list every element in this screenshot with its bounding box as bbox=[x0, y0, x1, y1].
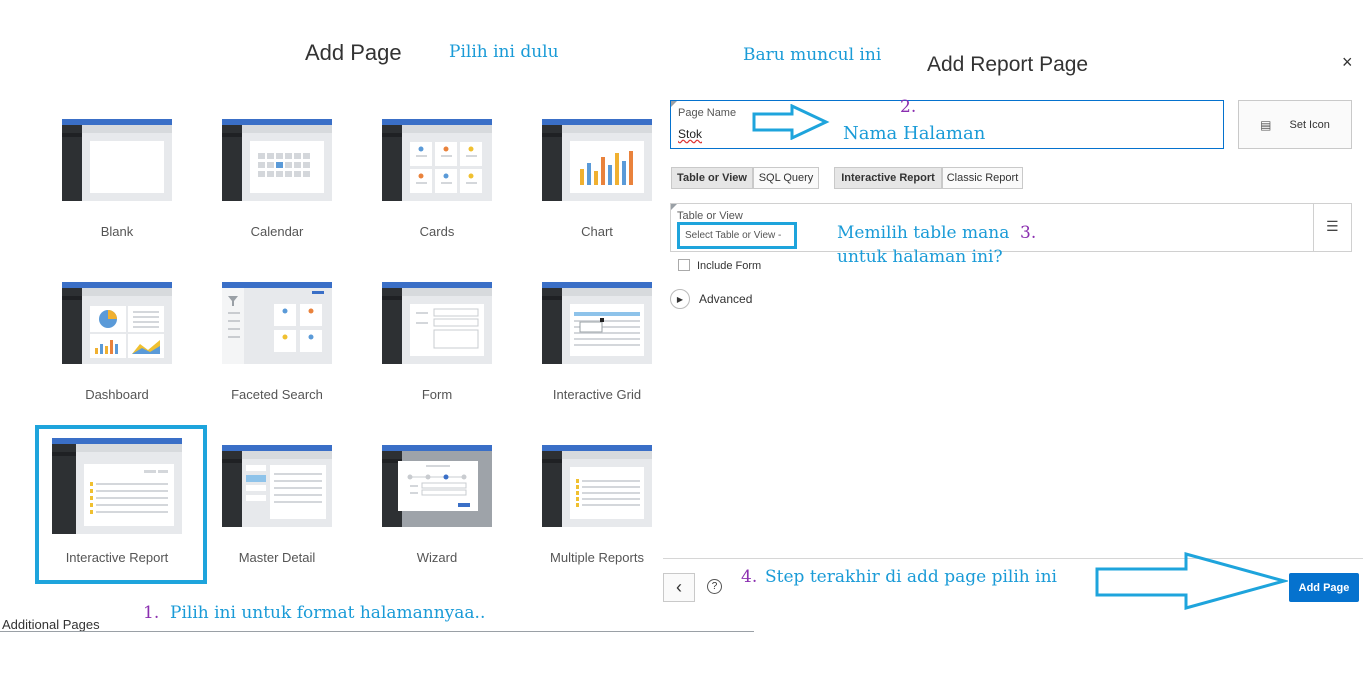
page-name-label: Page Name bbox=[678, 107, 737, 119]
master-detail-page-icon[interactable] bbox=[222, 445, 332, 527]
cards-page-icon[interactable] bbox=[382, 119, 492, 201]
annotation-step-2: Nama Halaman bbox=[843, 123, 986, 144]
annotation-baru-muncul: Baru muncul ini bbox=[743, 45, 882, 65]
annotation-number-2: 2. bbox=[900, 97, 917, 117]
close-icon[interactable]: × bbox=[1342, 52, 1353, 73]
include-form-label: Include Form bbox=[697, 260, 762, 272]
tile-label-form[interactable]: Form bbox=[357, 387, 517, 402]
tile-label-dashboard[interactable]: Dashboard bbox=[37, 387, 197, 402]
blank-page-icon[interactable] bbox=[62, 119, 172, 201]
table-or-view-label: Table or View bbox=[677, 210, 743, 222]
form-page-icon[interactable] bbox=[382, 282, 492, 364]
tile-label-chart[interactable]: Chart bbox=[517, 224, 677, 239]
add-page-title: Add Page bbox=[305, 40, 402, 65]
advanced-toggle[interactable]: ▶ bbox=[670, 289, 690, 309]
table-icon: ▤ bbox=[1260, 117, 1272, 132]
annotation-step-1: Pilih ini untuk format halamannyaa.. bbox=[170, 603, 486, 623]
add-report-page-title: Add Report Page bbox=[927, 53, 1089, 76]
tile-label-calendar[interactable]: Calendar bbox=[197, 224, 357, 239]
set-icon-button[interactable]: ▤ Set Icon bbox=[1238, 100, 1352, 149]
tile-label-master-detail[interactable]: Master Detail bbox=[197, 550, 357, 565]
tile-label-wizard[interactable]: Wizard bbox=[357, 550, 517, 565]
tile-label-faceted-search[interactable]: Faceted Search bbox=[197, 387, 357, 402]
annotation-step-3-line2: untuk halaman ini? bbox=[837, 247, 1003, 267]
annotation-pilih-dulu: Pilih ini dulu bbox=[449, 42, 559, 62]
back-button[interactable]: ‹ bbox=[663, 573, 695, 602]
additional-pages-heading: Additional Pages bbox=[2, 617, 100, 632]
tab-table-or-view[interactable]: Table or View bbox=[671, 167, 753, 189]
add-page-button[interactable]: Add Page bbox=[1289, 573, 1359, 602]
additional-pages-divider bbox=[0, 631, 754, 632]
tile-label-interactive-report[interactable]: Interactive Report bbox=[37, 550, 197, 565]
annotation-step-4: Step terakhir di add page pilih ini bbox=[765, 567, 1057, 587]
dashboard-page-icon[interactable] bbox=[62, 282, 172, 364]
list-icon[interactable]: ☰ bbox=[1326, 218, 1339, 235]
advanced-label[interactable]: Advanced bbox=[699, 292, 752, 306]
calendar-page-icon[interactable] bbox=[222, 119, 332, 201]
annotation-arrow-2 bbox=[752, 104, 830, 140]
tile-label-multiple-reports[interactable]: Multiple Reports bbox=[517, 550, 677, 565]
help-icon[interactable]: ? bbox=[707, 579, 722, 594]
annotation-number-3: 3. bbox=[1020, 223, 1037, 243]
annotation-arrow-4 bbox=[1095, 552, 1288, 610]
interactive-grid-page-icon[interactable] bbox=[542, 282, 652, 364]
chart-page-icon[interactable] bbox=[542, 119, 652, 201]
include-form-checkbox[interactable] bbox=[678, 259, 690, 271]
table-select[interactable]: Select Table or View - bbox=[677, 222, 797, 249]
annotation-number-4: 4. bbox=[741, 567, 758, 587]
tab-sql-query[interactable]: SQL Query bbox=[753, 167, 819, 189]
tab-interactive-report[interactable]: Interactive Report bbox=[834, 167, 942, 189]
tile-label-blank[interactable]: Blank bbox=[37, 224, 197, 239]
annotation-number-1: 1. bbox=[143, 603, 160, 623]
tile-label-cards[interactable]: Cards bbox=[357, 224, 517, 239]
tab-classic-report[interactable]: Classic Report bbox=[942, 167, 1023, 189]
annotation-step-3-line1: Memilih table mana bbox=[837, 223, 1010, 243]
interactive-report-page-icon[interactable] bbox=[52, 438, 182, 534]
page-name-input[interactable]: Stok bbox=[678, 127, 702, 141]
multiple-reports-page-icon[interactable] bbox=[542, 445, 652, 527]
wizard-page-icon[interactable] bbox=[382, 445, 492, 527]
faceted-search-page-icon[interactable] bbox=[222, 282, 332, 364]
tile-label-interactive-grid[interactable]: Interactive Grid bbox=[517, 387, 677, 402]
play-icon: ▶ bbox=[676, 294, 684, 304]
